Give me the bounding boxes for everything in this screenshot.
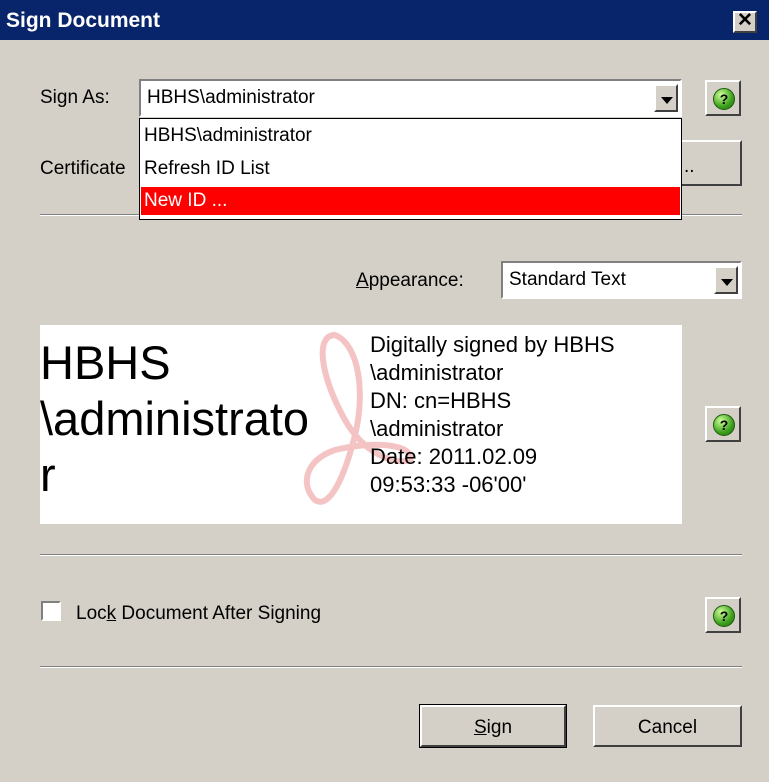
help-icon: ? [713, 414, 735, 436]
signer-name-large: HBHS \administrato r [40, 336, 310, 501]
appearance-label: Appearance: [356, 270, 464, 291]
lock-document-label: Lock Document After Signing [76, 603, 322, 624]
dropdown-item-administrator[interactable]: HBHS\administrator [144, 125, 312, 147]
certificate-label: Certificate [40, 158, 126, 179]
dropdown-item-refresh-id-list[interactable]: Refresh ID List [144, 158, 270, 180]
lock-help-button[interactable]: ? [705, 597, 741, 633]
signature-details: Digitally signed by HBHS \administrator … [370, 332, 615, 497]
chevron-down-icon [721, 279, 733, 286]
separator [40, 554, 742, 556]
sign-button[interactable]: Sign [419, 704, 567, 748]
lock-document-checkbox[interactable] [41, 601, 61, 621]
sign-as-label: Sign As: [40, 87, 110, 108]
help-icon: ? [713, 605, 735, 627]
close-button[interactable]: ✕ [733, 11, 757, 33]
sign-as-help-button[interactable]: ? [705, 80, 741, 116]
sign-document-dialog: Sign Document ✕ Sign As: HBHS\administra… [0, 0, 769, 782]
appearance-value: Standard Text [509, 269, 626, 290]
dropdown-item-new-id[interactable]: New ID ... [141, 187, 680, 215]
sign-as-select[interactable]: HBHS\administrator [139, 79, 682, 117]
preview-help-button[interactable]: ? [705, 406, 741, 442]
appearance-select[interactable]: Standard Text [501, 261, 742, 299]
sign-as-value: HBHS\administrator [147, 87, 315, 108]
signature-preview: HBHS \administrato r Digitally signed by… [40, 325, 682, 524]
chevron-down-icon [661, 97, 673, 104]
cancel-button[interactable]: Cancel [593, 705, 742, 747]
separator [40, 666, 742, 668]
sign-as-dropdown-list: HBHS\administrator Refresh ID List New I… [139, 118, 682, 220]
window-title: Sign Document [6, 9, 161, 32]
help-icon: ? [713, 88, 735, 110]
title-bar: Sign Document ✕ [0, 0, 769, 40]
appearance-dropdown-button[interactable] [714, 266, 738, 294]
sign-as-dropdown-button[interactable] [654, 84, 678, 112]
close-icon: ✕ [737, 10, 753, 31]
